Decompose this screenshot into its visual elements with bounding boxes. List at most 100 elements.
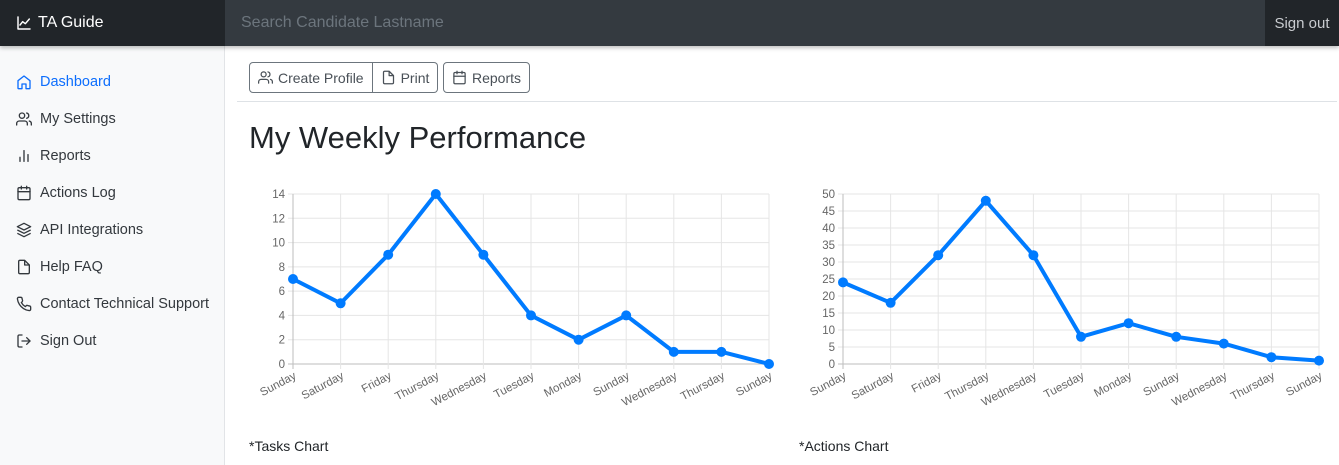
- x-tick-label: Saturday: [300, 370, 346, 402]
- sidebar-item-label: API Integrations: [40, 221, 144, 238]
- data-point: [716, 346, 727, 357]
- search-input[interactable]: [225, 0, 1265, 46]
- data-point: [933, 250, 944, 261]
- log-out-icon: [16, 333, 40, 349]
- sidebar-item-label: Dashboard: [40, 73, 111, 90]
- reports-button[interactable]: Reports: [443, 62, 531, 93]
- x-tick-label: Wednesday: [620, 370, 679, 406]
- data-point: [573, 334, 584, 345]
- data-point: [335, 298, 346, 309]
- sidebar-item-my-settings[interactable]: My Settings: [0, 100, 224, 137]
- data-point: [526, 310, 536, 321]
- y-tick-label: 15: [822, 308, 835, 320]
- sidebar-item-label: Reports: [40, 147, 91, 164]
- x-tick-label: Thursday: [1229, 370, 1277, 403]
- users-icon: [258, 71, 273, 84]
- data-point: [1171, 331, 1182, 342]
- x-tick-label: Sunday: [258, 370, 298, 399]
- page-title: My Weekly Performance: [249, 120, 587, 155]
- x-tick-label: Wednesday: [1170, 370, 1229, 406]
- create-profile-label: Create Profile: [278, 69, 364, 86]
- users-icon: [16, 111, 40, 127]
- x-tick-label: Tuesday: [1042, 370, 1086, 401]
- data-point: [1218, 338, 1229, 349]
- sidebar-item-sign-out[interactable]: Sign Out: [0, 322, 224, 359]
- home-icon: [16, 74, 40, 90]
- x-tick-label: Friday: [910, 370, 944, 396]
- data-point: [478, 249, 489, 260]
- y-tick-label: 4: [279, 310, 286, 322]
- y-tick-label: 40: [822, 223, 835, 235]
- x-tick-label: Monday: [542, 370, 584, 400]
- data-point: [1314, 355, 1324, 366]
- data-point: [838, 277, 848, 288]
- x-tick-label: Friday: [360, 370, 394, 396]
- y-tick-label: 45: [822, 206, 835, 218]
- x-tick-label: Monday: [1092, 370, 1134, 400]
- brand[interactable]: TA Guide: [0, 0, 225, 46]
- y-tick-label: 0: [279, 359, 285, 371]
- data-point: [288, 274, 298, 284]
- sidebar-item-actions-log[interactable]: Actions Log: [0, 174, 224, 211]
- x-tick-label: Wednesday: [980, 370, 1039, 406]
- file-icon: [382, 70, 394, 85]
- print-label: Print: [400, 69, 430, 86]
- y-tick-label: 8: [279, 262, 285, 274]
- sidebar-item-reports[interactable]: Reports: [0, 137, 224, 174]
- y-tick-label: 14: [272, 189, 285, 201]
- file-icon: [16, 259, 40, 275]
- y-tick-label: 30: [822, 257, 835, 269]
- toolbar: Create Profile Print Reports: [237, 46, 1337, 102]
- data-point: [764, 359, 774, 369]
- phone-icon: [16, 296, 40, 312]
- brand-label: TA Guide: [38, 14, 104, 31]
- x-tick-label: Tuesday: [492, 370, 536, 401]
- create-profile-button[interactable]: Create Profile: [249, 62, 373, 93]
- y-tick-label: 12: [272, 213, 285, 225]
- sidebar-item-label: My Settings: [40, 110, 116, 127]
- sidebar-item-help-faq[interactable]: Help FAQ: [0, 248, 224, 285]
- sidebar-item-api-integrations[interactable]: API Integrations: [0, 211, 224, 248]
- data-point: [1266, 352, 1277, 363]
- y-tick-label: 20: [822, 291, 835, 303]
- layers-icon: [16, 222, 40, 238]
- y-tick-label: 50: [822, 189, 835, 201]
- main-content: Create Profile Print Reports My Weekly P…: [237, 46, 1339, 465]
- line-chart-icon: [17, 16, 31, 30]
- sidebar-item-label: Sign Out: [40, 332, 97, 349]
- print-button[interactable]: Print: [372, 62, 439, 93]
- sign-out-link[interactable]: Sign out: [1265, 0, 1339, 46]
- data-point: [1028, 250, 1039, 261]
- button-group-reports: Reports: [443, 62, 531, 93]
- x-tick-label: Thursday: [679, 370, 727, 403]
- y-tick-label: 25: [822, 274, 835, 286]
- y-tick-label: 0: [829, 359, 835, 371]
- tasks-chart-caption: *Tasks Chart: [249, 438, 329, 454]
- data-point: [980, 195, 991, 206]
- actions-chart: 05101520253035404550Sunday Saturday Friday…: [808, 189, 1324, 406]
- actions-chart-caption: *Actions Chart: [799, 438, 889, 454]
- x-tick-label: Sunday: [1284, 370, 1324, 399]
- x-tick-label: Wednesday: [430, 370, 489, 406]
- x-tick-label: Sunday: [808, 370, 848, 399]
- data-point: [1123, 318, 1134, 329]
- sidebar-item-contact-support[interactable]: Contact Technical Support: [0, 285, 224, 322]
- tasks-chart: 02468101214Sunday Saturday Friday ThursdayW…: [258, 189, 775, 406]
- sidebar-item-dashboard[interactable]: Dashboard: [0, 63, 224, 100]
- data-point: [383, 249, 394, 260]
- x-tick-label: Saturday: [850, 370, 896, 402]
- y-tick-label: 6: [279, 286, 285, 298]
- bar-chart-icon: [16, 148, 40, 164]
- data-point: [668, 346, 679, 357]
- sidebar-item-label: Help FAQ: [40, 258, 103, 275]
- y-tick-label: 5: [829, 342, 835, 354]
- sidebar-item-label: Contact Technical Support: [40, 295, 210, 312]
- sidebar-item-label: Actions Log: [40, 184, 116, 201]
- data-point: [1076, 331, 1086, 342]
- y-tick-label: 10: [272, 238, 285, 250]
- data-point: [430, 189, 441, 199]
- top-navbar: TA Guide Sign out: [0, 0, 1339, 46]
- calendar-icon: [16, 185, 40, 201]
- y-tick-label: 2: [279, 335, 285, 347]
- sidebar: Dashboard My Settings Reports Actions Lo…: [0, 46, 225, 465]
